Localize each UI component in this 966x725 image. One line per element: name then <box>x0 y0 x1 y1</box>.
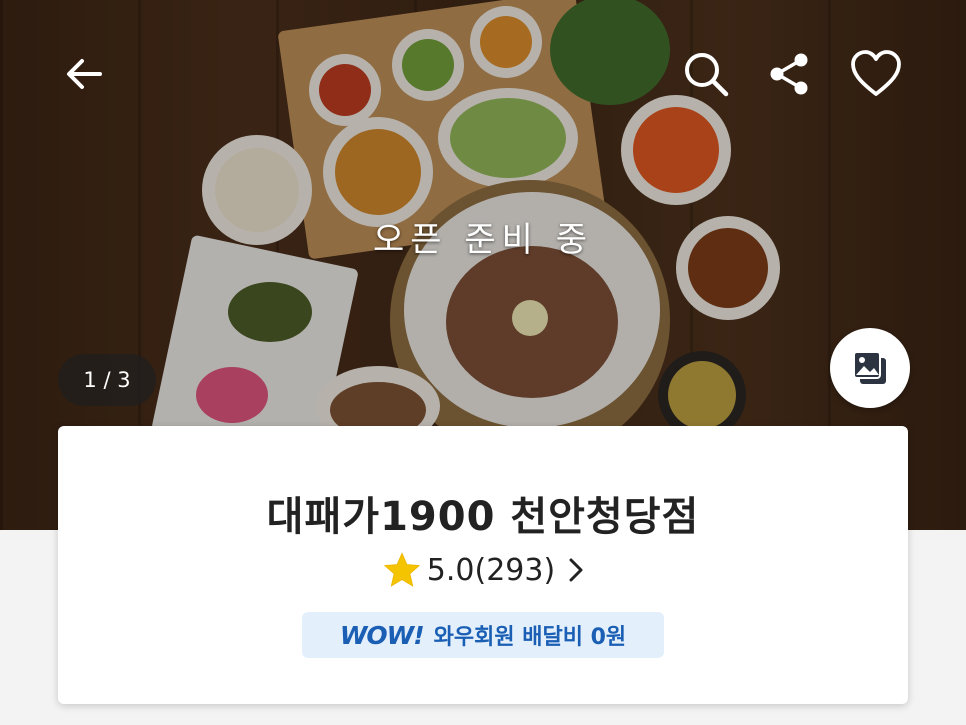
image-counter: 1 / 3 <box>58 354 156 406</box>
search-icon <box>685 53 729 97</box>
store-name: 대패가1900 천안청당점 <box>266 494 700 540</box>
wow-benefit-text: 와우회원 배달비 0원 <box>433 625 627 650</box>
heart-outline-icon <box>851 50 901 96</box>
store-info-card: 대패가1900 천안청당점 5.0 (293) WOW! 와우회원 배달비 0원 <box>58 426 908 704</box>
star-icon <box>383 552 421 587</box>
store-status-overlay: 오픈 준비 중 <box>372 220 593 260</box>
back-button[interactable] <box>52 42 116 106</box>
chevron-right-icon <box>569 558 583 582</box>
gallery-button[interactable] <box>830 328 910 408</box>
favorite-button[interactable] <box>844 42 908 106</box>
search-button[interactable] <box>674 42 738 106</box>
rating-link[interactable]: 5.0 (293) <box>58 552 908 588</box>
wow-logo: WOW! <box>339 620 425 650</box>
share-icon <box>770 53 808 95</box>
share-button[interactable] <box>758 42 822 106</box>
review-count: (293) <box>474 552 556 588</box>
wow-membership-badge: WOW! 와우회원 배달비 0원 <box>302 612 664 658</box>
photo-gallery-icon <box>853 351 886 384</box>
rating-value: 5.0 <box>426 552 475 588</box>
arrow-left-icon <box>67 59 102 89</box>
